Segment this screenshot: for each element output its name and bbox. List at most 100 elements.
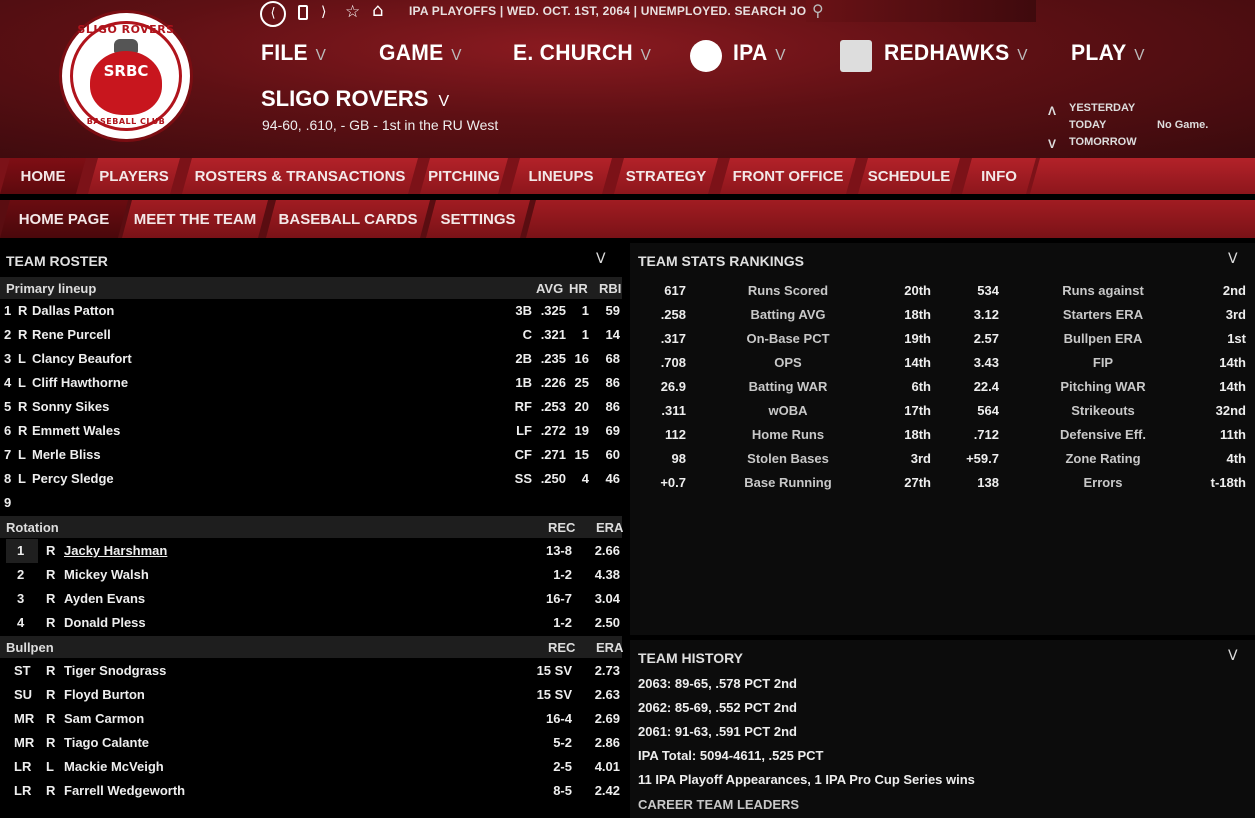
pitcher-name[interactable]: Floyd Burton [64, 687, 145, 702]
bullpen-row[interactable]: MR R Tiago Calante 5-2 2.86 [0, 731, 622, 755]
hr-column-header[interactable]: HR [569, 281, 588, 296]
menu-file[interactable]: FILE V [261, 40, 326, 66]
history-line: 2063: 89-65, .578 PCT 2nd [638, 676, 797, 691]
runs-batted-in: 69 [605, 423, 620, 438]
tab-lineups[interactable]: LINEUPS [510, 158, 612, 194]
rec-column-header[interactable]: REC [548, 640, 575, 655]
bullpen-row[interactable]: SU R Floyd Burton 15 SV 2.63 [0, 683, 622, 707]
page-icon[interactable] [298, 5, 308, 20]
runs-batted-in: 59 [605, 303, 620, 318]
menu-play[interactable]: PLAY V [1071, 40, 1145, 66]
player-name[interactable]: Sonny Sikes [32, 399, 109, 414]
avg-column-header[interactable]: AVG [536, 281, 563, 296]
lineup-row[interactable]: 8 L Percy Sledge SS .250 4 46 [0, 467, 622, 491]
player-name[interactable]: Rene Purcell [32, 327, 111, 342]
chevron-up-icon[interactable]: Λ [1048, 104, 1056, 118]
win-loss-record: 1-2 [553, 567, 572, 582]
lineup-row[interactable]: 2 R Rene Purcell C .321 1 14 [0, 323, 622, 347]
subtab-settings[interactable]: SETTINGS [426, 200, 530, 238]
subtab-baseball-cards[interactable]: BASEBALL CARDS [266, 200, 430, 238]
tab-schedule[interactable]: SCHEDULE [858, 158, 960, 194]
player-name[interactable]: Clancy Beaufort [32, 351, 132, 366]
rotation-row[interactable]: 2 R Mickey Walsh 1-2 4.38 [0, 563, 622, 587]
forward-icon[interactable]: ⟩ [321, 4, 326, 20]
menu-team[interactable]: REDHAWKS V [884, 40, 1028, 66]
tab-info[interactable]: INFO [962, 158, 1036, 194]
tab-front-office[interactable]: FRONT OFFICE [720, 158, 856, 194]
rotation-row[interactable]: 1 R Jacky Harshman 13-8 2.66 [0, 539, 622, 563]
lineup-row[interactable]: 7 L Merle Bliss CF .271 15 60 [0, 443, 622, 467]
menu-league[interactable]: IPA V [733, 40, 786, 66]
collapse-chevron-icon[interactable]: V [1228, 251, 1238, 267]
player-name[interactable]: Cliff Hawthorne [32, 375, 128, 390]
star-icon[interactable]: ☆ [345, 2, 360, 22]
player-name[interactable]: Merle Bliss [32, 447, 101, 462]
rbi-column-header[interactable]: RBI [599, 281, 621, 296]
throws-hand: R [46, 663, 56, 678]
pitcher-name[interactable]: Ayden Evans [64, 591, 145, 606]
offense-stat-rank: 27th [904, 475, 931, 490]
pitching-stat-value: 22.4 [973, 379, 999, 394]
rotation-row[interactable]: 4 R Donald Pless 1-2 2.50 [0, 611, 622, 635]
pitcher-name[interactable]: Jacky Harshman [64, 543, 167, 558]
player-name[interactable]: Emmett Wales [32, 423, 120, 438]
lineup-row[interactable]: 6 R Emmett Wales LF .272 19 69 [0, 419, 622, 443]
pitcher-name[interactable]: Mickey Walsh [64, 567, 149, 582]
rotation-row[interactable]: 3 R Ayden Evans 16-7 3.04 [0, 587, 622, 611]
era-column-header[interactable]: ERA [596, 640, 623, 655]
lineup-row[interactable]: 3 L Clancy Beaufort 2B .235 16 68 [0, 347, 622, 371]
rec-column-header[interactable]: REC [548, 520, 575, 535]
offense-stat-label: Base Running [744, 475, 832, 490]
search-icon[interactable]: ⚲ [812, 1, 830, 20]
earned-run-average: 2.73 [594, 663, 620, 678]
subtab-home-page[interactable]: HOME PAGE [0, 200, 128, 238]
yesterday-link[interactable]: YESTERDAY [1069, 102, 1135, 114]
tab-players[interactable]: PLAYERS [88, 158, 180, 194]
tab-rosters-transactions[interactable]: ROSTERS & TRANSACTIONS [182, 158, 418, 194]
pitcher-name[interactable]: Donald Pless [64, 615, 146, 630]
chevron-down-icon[interactable]: V [1048, 137, 1056, 151]
batting-average: .272 [540, 423, 566, 438]
bullpen-row[interactable]: LR L Mackie McVeigh 2-5 4.01 [0, 755, 622, 779]
pitcher-name[interactable]: Tiago Calante [64, 735, 149, 750]
menu-game[interactable]: GAME V [379, 40, 462, 66]
lineup-row[interactable]: 9 [0, 491, 622, 515]
player-name[interactable]: Percy Sledge [32, 471, 114, 486]
bullpen-row[interactable]: LR R Farrell Wedgeworth 8-5 2.42 [0, 779, 622, 803]
pitcher-name[interactable]: Farrell Wedgeworth [64, 783, 185, 798]
subtab-meet-the-team[interactable]: MEET THE TEAM [122, 200, 268, 238]
home-runs: 1 [581, 327, 589, 342]
team-selector[interactable]: SLIGO ROVERS V [261, 86, 449, 112]
rotation-slot: 3 [17, 591, 25, 606]
bullpen-row[interactable]: ST R Tiger Snodgrass 15 SV 2.73 [0, 659, 622, 683]
search-bar[interactable] [806, 0, 1036, 22]
history-line: IPA Total: 5094-4611, .525 PCT [638, 748, 824, 763]
career-leaders-heading[interactable]: CAREER TEAM LEADERS [638, 797, 799, 812]
pitcher-name[interactable]: Mackie McVeigh [64, 759, 164, 774]
collapse-chevron-icon[interactable]: V [1228, 648, 1238, 664]
bullpen-row[interactable]: MR R Sam Carmon 16-4 2.69 [0, 707, 622, 731]
batting-order: 8 [4, 471, 12, 486]
menu-manager[interactable]: E. CHURCH V [513, 40, 651, 66]
team-logo[interactable]: SLIGO ROVERS SRBC BASEBALL CLUB [59, 10, 193, 142]
lineup-row[interactable]: 5 R Sonny Sikes RF .253 20 86 [0, 395, 622, 419]
pitcher-name[interactable]: Tiger Snodgrass [64, 663, 166, 678]
tomorrow-link[interactable]: TOMORROW [1069, 136, 1137, 148]
tab-bar-fill [1030, 158, 1255, 194]
collapse-chevron-icon[interactable]: V [596, 251, 606, 267]
back-icon[interactable]: ⟨ [260, 1, 286, 27]
pitcher-name[interactable]: Sam Carmon [64, 711, 144, 726]
lineup-row[interactable]: 1 R Dallas Patton 3B .325 1 59 [0, 299, 622, 323]
home-icon[interactable]: ⌂ [372, 1, 383, 21]
status-line[interactable]: IPA PLAYOFFS | WED. OCT. 1ST, 2064 | UNE… [409, 4, 834, 18]
player-name[interactable]: Dallas Patton [32, 303, 114, 318]
tab-strategy[interactable]: STRATEGY [614, 158, 718, 194]
tab-pitching[interactable]: PITCHING [420, 158, 508, 194]
position: 3B [515, 303, 532, 318]
tab-home[interactable]: HOME [0, 158, 86, 194]
era-column-header[interactable]: ERA [596, 520, 623, 535]
lineup-row[interactable]: 4 L Cliff Hawthorne 1B .226 25 86 [0, 371, 622, 395]
chevron-down-icon: V [451, 47, 462, 64]
win-loss-record: 13-8 [545, 543, 572, 558]
offense-stat-value: .708 [660, 355, 686, 370]
